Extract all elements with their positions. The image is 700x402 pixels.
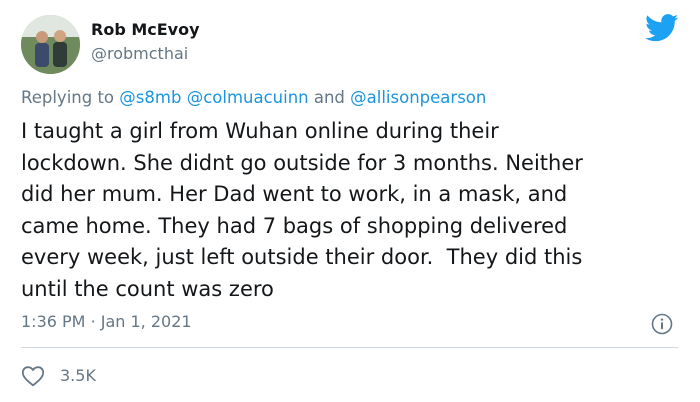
tweet-date: Jan 1, 2021: [100, 312, 192, 331]
tweet-timestamp[interactable]: 1:36 PM · Jan 1, 2021: [21, 312, 192, 331]
author-handle[interactable]: @robmcthai: [91, 44, 188, 63]
avatar[interactable]: [21, 15, 80, 74]
like-count[interactable]: 3.5K: [60, 366, 96, 385]
tweet-text-line: every week, just left outside their door…: [21, 245, 583, 269]
tweet-time: 1:36 PM: [21, 312, 86, 331]
tweet-text-line: lockdown. She didnt go outside for 3 mon…: [21, 150, 583, 175]
mention-link[interactable]: @allisonpearson: [350, 88, 486, 107]
tweet-text: I taught a girl from Wuhan online during…: [21, 116, 686, 305]
replying-and: and: [313, 88, 345, 107]
replying-to: Replying to @s8mb @colmuacuinn and @alli…: [21, 88, 486, 107]
author-name[interactable]: Rob McEvoy: [91, 20, 200, 39]
heart-icon[interactable]: [21, 365, 45, 387]
tweet-text-line: came home. They had 7 bags of shopping d…: [21, 213, 568, 238]
tweet-text-line: did her mum. Her Dad went to work, in a …: [21, 182, 568, 206]
mention-link[interactable]: @s8mb: [119, 88, 181, 107]
twitter-bird-icon[interactable]: [645, 14, 679, 42]
tweet-text-line: until the count was zero: [21, 276, 274, 301]
tweet-text-line: I taught a girl from Wuhan online during…: [21, 119, 499, 143]
info-icon[interactable]: [651, 313, 673, 335]
divider: [21, 347, 678, 348]
tweet-card: Rob McEvoy @robmcthai Replying to @s8mb …: [0, 0, 700, 402]
mention-link[interactable]: @colmuacuinn: [187, 88, 309, 107]
meta-separator: ·: [90, 312, 96, 331]
replying-prefix: Replying to: [21, 88, 115, 107]
